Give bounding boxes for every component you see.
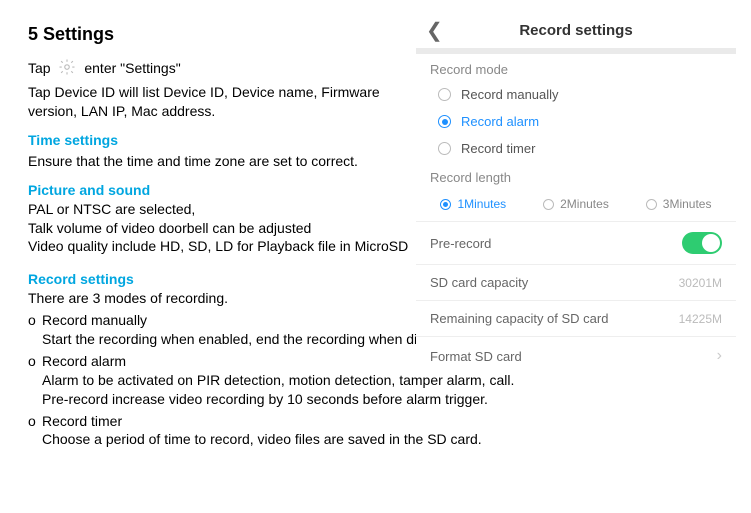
mode-timer-desc: Choose a period of time to record, video… <box>28 430 728 449</box>
mode-alarm-desc2: Pre-record increase video recording by 1… <box>28 390 728 409</box>
picsound-l3: Video quality include HD, SD, LD for Pla… <box>28 237 428 256</box>
length-option-1min[interactable]: 1Minutes <box>440 197 506 211</box>
time-settings-head: Time settings <box>28 131 428 150</box>
prerecord-row: Pre-record <box>416 222 736 264</box>
phone-header: ❮ Record settings <box>416 12 736 48</box>
mode-timer-title: Record timer <box>28 412 728 431</box>
record-length-options: 1Minutes 2Minutes 3Minutes <box>416 189 736 221</box>
phone-title: Record settings <box>416 22 736 39</box>
picsound-l1: PAL or NTSC are selected, <box>28 200 428 219</box>
section-title: 5 Settings <box>28 22 428 46</box>
gear-icon <box>58 58 76 81</box>
format-sd-label: Format SD card <box>430 349 522 364</box>
format-sd-row[interactable]: Format SD card › <box>416 337 736 375</box>
radio-icon <box>438 115 451 128</box>
prerecord-label: Pre-record <box>430 236 491 251</box>
radio-icon <box>438 88 451 101</box>
picture-sound-head: Picture and sound <box>28 181 428 200</box>
mode-option-timer[interactable]: Record timer <box>430 135 722 162</box>
sd-remaining-row: Remaining capacity of SD card 14225M <box>416 301 736 336</box>
sd-capacity-row: SD card capacity 30201M <box>416 265 736 300</box>
mode-option-label: Record timer <box>461 141 535 156</box>
length-option-label: 3Minutes <box>663 197 712 211</box>
radio-icon <box>440 199 451 210</box>
length-option-label: 1Minutes <box>457 197 506 211</box>
radio-icon <box>438 142 451 155</box>
time-settings-body: Ensure that the time and time zone are s… <box>28 152 428 171</box>
back-icon[interactable]: ❮ <box>426 18 443 43</box>
record-mode-options: Record manually Record alarm Record time… <box>416 81 736 162</box>
record-intro: There are 3 modes of recording. <box>28 289 428 308</box>
sd-remaining-label: Remaining capacity of SD card <box>430 311 608 326</box>
device-id-para: Tap Device ID will list Device ID, Devic… <box>28 83 428 121</box>
record-settings-head: Record settings <box>28 270 428 289</box>
tap-prefix: Tap <box>28 60 54 76</box>
length-option-3min[interactable]: 3Minutes <box>646 197 712 211</box>
record-mode-label: Record mode <box>416 54 736 81</box>
doc-column: 5 Settings Tap enter "Settings" Tap Devi… <box>28 22 428 449</box>
mode-option-label: Record alarm <box>461 114 539 129</box>
phone-screenshot: ❮ Record settings Record mode Record man… <box>416 12 736 362</box>
mode-option-manually[interactable]: Record manually <box>430 81 722 108</box>
mode-option-alarm[interactable]: Record alarm <box>430 108 722 135</box>
mode-option-label: Record manually <box>461 87 559 102</box>
length-option-label: 2Minutes <box>560 197 609 211</box>
record-length-label: Record length <box>416 162 736 189</box>
picsound-l2: Talk volume of video doorbell can be adj… <box>28 219 428 238</box>
sd-remaining-value: 14225M <box>679 312 722 326</box>
chevron-right-icon: › <box>717 347 722 365</box>
length-option-2min[interactable]: 2Minutes <box>543 197 609 211</box>
prerecord-toggle[interactable] <box>682 232 722 254</box>
radio-icon <box>543 199 554 210</box>
tap-suffix: enter "Settings" <box>84 60 180 76</box>
sd-capacity-value: 30201M <box>679 276 722 290</box>
settings-tap-line: Tap enter "Settings" <box>28 58 428 81</box>
radio-icon <box>646 199 657 210</box>
sd-capacity-label: SD card capacity <box>430 275 528 290</box>
